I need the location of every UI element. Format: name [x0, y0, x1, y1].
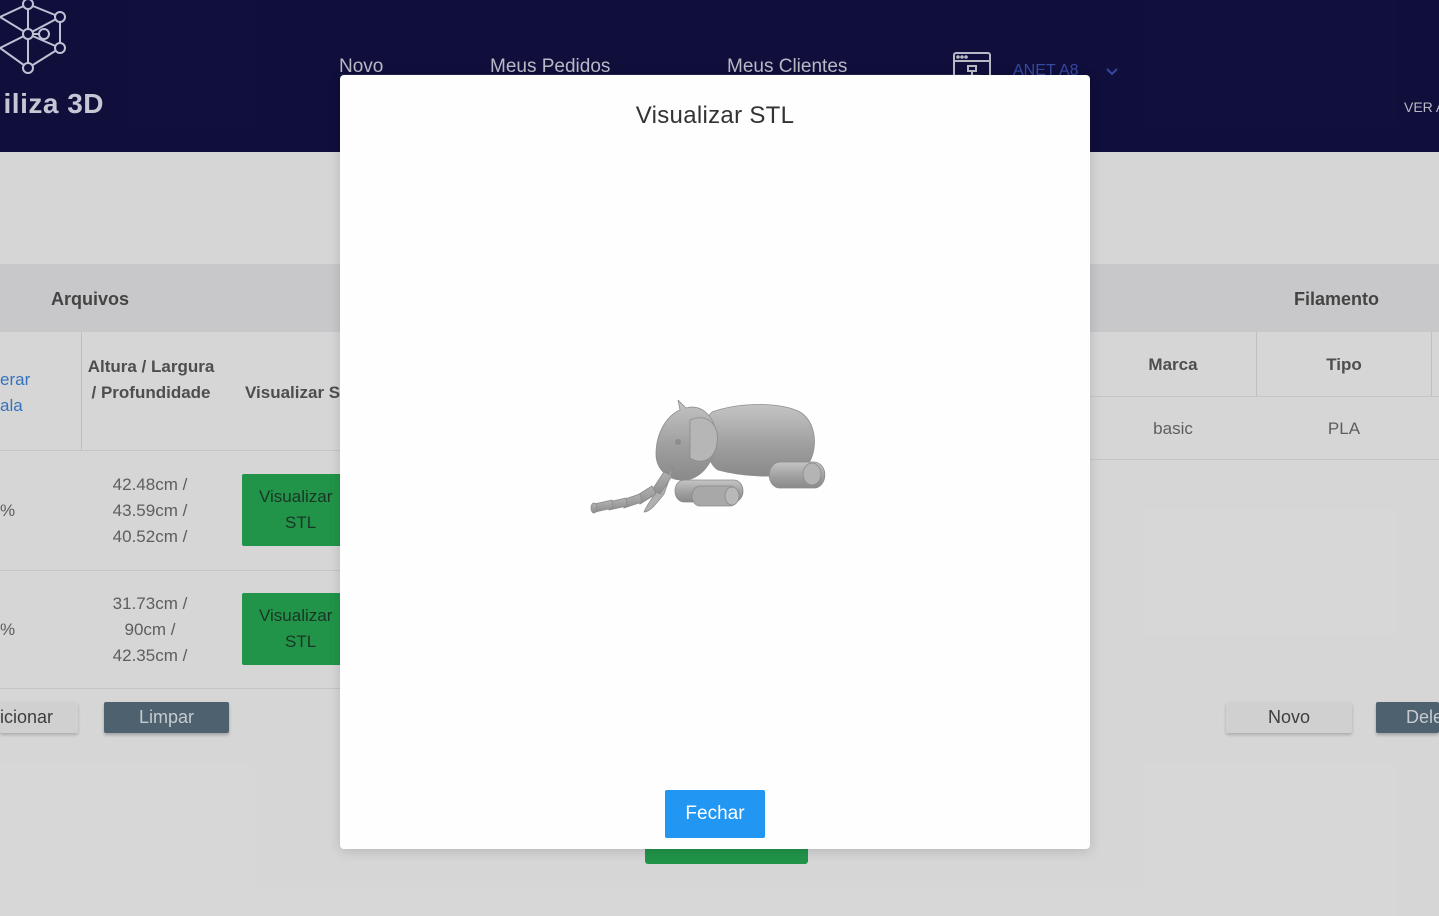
stl-3d-viewer[interactable] [590, 400, 840, 525]
view-stl-modal: Visualizar STL Fechar [340, 75, 1090, 849]
modal-title: Visualizar STL [635, 102, 795, 129]
close-button[interactable]: Fechar [665, 790, 765, 838]
